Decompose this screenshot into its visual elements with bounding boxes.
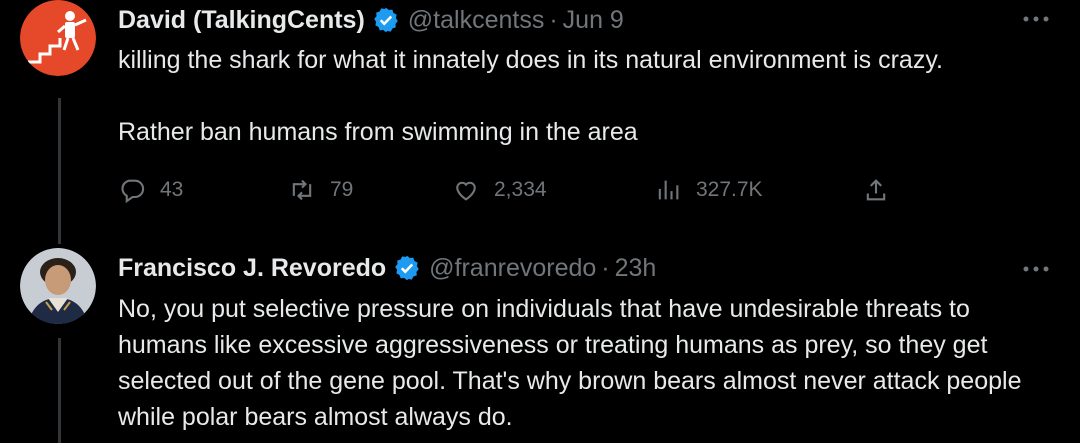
tweet-time[interactable]: 23h — [615, 254, 657, 283]
tweet-2-header: Francisco J. Revoredo @franrevoredo · 23… — [118, 250, 656, 286]
share-icon — [866, 179, 886, 201]
verified-badge-icon — [395, 255, 419, 281]
repost-button[interactable]: 79 — [288, 172, 353, 208]
reply-count: 43 — [160, 178, 184, 201]
avatar-talkingcents[interactable] — [20, 0, 96, 76]
views-button[interactable]: 327.7K — [654, 172, 763, 208]
verified-badge-icon — [374, 7, 398, 33]
tweet-text-paragraph: Rather ban humans from swimming in the a… — [118, 118, 638, 146]
more-button[interactable] — [1016, 254, 1056, 284]
author-name[interactable]: Francisco J. Revoredo — [118, 254, 386, 283]
repost-icon — [292, 179, 312, 201]
like-icon — [456, 181, 476, 201]
tweet-2-text: No, you put selective pressure on indivi… — [118, 291, 1063, 435]
more-icon — [1023, 266, 1049, 272]
tweet-1-actions: 43 79 2,334 327.7K — [118, 172, 918, 208]
like-button[interactable]: 2,334 — [452, 172, 547, 208]
avatar-talkingcents-image — [20, 0, 96, 76]
tweet-time[interactable]: Jun 9 — [563, 6, 624, 35]
separator-dot: · — [549, 5, 558, 34]
views-count: 327.7K — [696, 178, 763, 201]
views-icon — [658, 180, 679, 200]
avatar-franrevoredo-image — [20, 248, 96, 324]
reply-button[interactable]: 43 — [118, 172, 183, 208]
repost-count: 79 — [330, 178, 354, 201]
like-count: 2,334 — [494, 178, 547, 201]
avatar-franrevoredo[interactable] — [20, 248, 96, 324]
tweet-1-text: killing the shark for what it innately d… — [118, 42, 1063, 150]
separator-dot: · — [601, 253, 610, 282]
author-handle[interactable]: @franrevoredo — [429, 254, 596, 283]
more-button[interactable] — [1016, 4, 1056, 34]
reply-icon — [121, 179, 145, 204]
tweet-text-paragraph: No, you put selective pressure on indivi… — [118, 295, 1022, 431]
tweet-1[interactable]: David (TalkingCents) @talkcentss · Jun 9… — [0, 0, 1080, 240]
author-name[interactable]: David (TalkingCents) — [118, 6, 365, 35]
author-handle[interactable]: @talkcentss — [408, 6, 545, 35]
tweet-1-header: David (TalkingCents) @talkcentss · Jun 9 — [118, 2, 624, 38]
tweet-text-paragraph: killing the shark for what it innately d… — [118, 46, 943, 74]
share-button[interactable] — [862, 172, 890, 208]
more-icon — [1023, 16, 1049, 22]
tweet-2[interactable]: Francisco J. Revoredo @franrevoredo · 23… — [0, 248, 1080, 443]
